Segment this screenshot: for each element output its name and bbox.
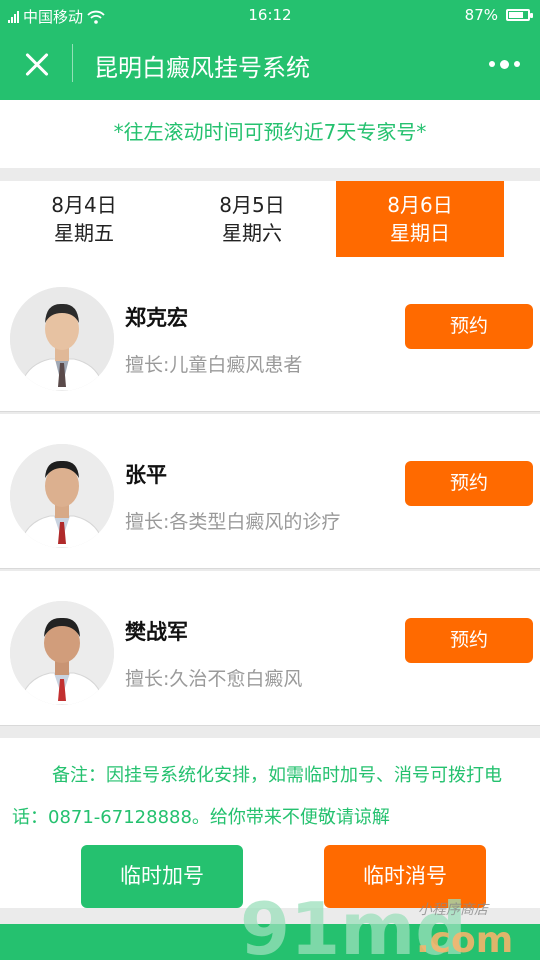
doctor-skill: 擅长:各类型白癜风的诊疗 [125,511,341,533]
status-time: 16:12 [248,6,292,24]
doctor-skill: 擅长:儿童白癜风患者 [125,354,303,376]
doctor-name: 郑克宏 [125,306,188,330]
doctor-name: 张平 [125,463,167,487]
doctor-skill: 擅长:久治不愈白癜风 [125,668,303,690]
date-label: 8月4日 [51,193,117,217]
add-appointment-button[interactable]: 临时加号 [81,845,243,908]
doctor-avatar [10,601,114,705]
status-bar: 中国移动 16:12 87% [0,0,540,30]
doctor-avatar [10,287,114,391]
date-tab-3[interactable]: 8月6日 星期日 [336,181,504,257]
list-item: 郑克宏 擅长:儿童白癜风患者 预约 [0,257,540,412]
weekday-label: 星期日 [390,221,450,245]
svg-text:.com: .com [416,920,513,960]
battery-icon [506,9,533,21]
book-button[interactable]: 预约 [405,461,533,506]
weekday-label: 星期五 [54,221,114,245]
title-divider [72,44,73,82]
date-label: 8月5日 [219,193,285,217]
watermark-logo: 91md .com 小程序商店 [240,887,513,960]
status-right: 87% [464,6,533,24]
title-bar: 昆明白癜风挂号系统 [0,30,540,100]
svg-text:小程序商店: 小程序商店 [418,902,490,918]
book-button[interactable]: 预约 [405,618,533,663]
date-tab-1[interactable]: 8月4日 星期五 [0,181,168,257]
doctor-list: 郑克宏 擅长:儿童白癜风患者 预约 张平 擅长:各类型白癜风的诊疗 预约 樊战军… [0,257,540,726]
more-icon[interactable] [489,54,520,74]
weekday-label: 星期六 [222,221,282,245]
doctor-avatar [10,444,114,548]
date-tabs: 8月4日 星期五 8月5日 星期六 8月6日 星期日 [0,181,540,257]
book-button[interactable]: 预约 [405,304,533,349]
top-bar: 中国移动 16:12 87% 昆明白癜风挂号系统 [0,0,540,100]
footer-note: 备注：因挂号系统化安排，如需临时加号、消号可拨打电话：0871-67128888… [12,765,502,828]
date-label: 8月6日 [387,193,453,217]
page-title: 昆明白癜风挂号系统 [94,54,310,82]
doctor-name: 樊战军 [125,620,188,644]
list-item: 樊战军 擅长:久治不愈白癜风 预约 [0,571,540,726]
list-item: 张平 擅长:各类型白癜风的诊疗 预约 [0,414,540,569]
date-tab-2[interactable]: 8月5日 星期六 [168,181,336,257]
battery-percent: 87% [464,6,498,24]
close-icon[interactable] [18,46,56,84]
scroll-notice: *往左滚动时间可预约近7天专家号* [0,100,540,168]
